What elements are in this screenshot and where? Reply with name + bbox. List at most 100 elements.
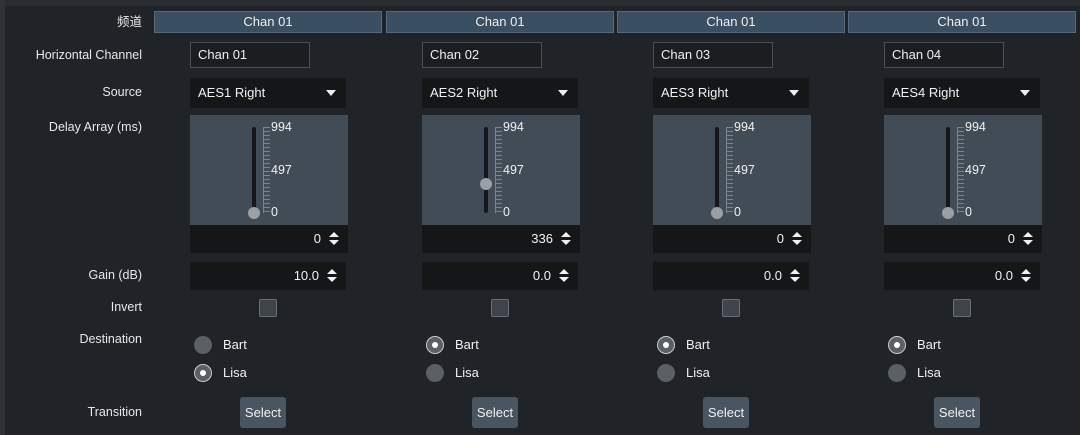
caret-down-icon (789, 90, 799, 96)
source-dropdown-value: AES4 Right (892, 85, 960, 100)
invert-checkbox[interactable] (953, 299, 971, 317)
channel-column: Chan 01 Chan 02 AES2 Right 994 497 0 336… (386, 0, 616, 435)
channel-header[interactable]: Chan 01 (154, 11, 382, 33)
destination-lisa-label: Lisa (223, 365, 247, 380)
delay-slider-panel: 994 497 0 0 (653, 115, 811, 253)
horizontal-channel-input[interactable]: Chan 03 (653, 42, 773, 68)
channel-header[interactable]: Chan 01 (848, 11, 1076, 33)
destination-lisa-label: Lisa (917, 365, 941, 380)
channel-column: Chan 01 Chan 03 AES3 Right 994 497 0 0 0… (617, 0, 847, 435)
delay-slider-track[interactable] (252, 127, 256, 213)
slider-scale-ticks (958, 127, 964, 213)
scale-min-label: 0 (503, 205, 510, 219)
delay-slider-thumb[interactable] (711, 207, 723, 219)
source-dropdown[interactable]: AES1 Right (190, 78, 346, 108)
scale-min-label: 0 (734, 205, 741, 219)
transition-label: Transition (87, 405, 142, 419)
horizontal-channel-input[interactable]: Chan 04 (884, 42, 1004, 68)
spin-updown-icon[interactable] (327, 269, 337, 283)
spin-updown-icon[interactable] (792, 232, 802, 246)
destination-radio-lisa[interactable] (426, 364, 444, 382)
invert-checkbox[interactable] (722, 299, 740, 317)
scale-mid-label: 497 (965, 163, 986, 177)
delay-value: 0 (1007, 231, 1015, 246)
source-dropdown[interactable]: AES2 Right (422, 78, 578, 108)
transition-select-button[interactable]: Select (472, 397, 518, 428)
spin-updown-icon[interactable] (790, 269, 800, 283)
horizontal-channel-input[interactable]: Chan 02 (422, 42, 542, 68)
spin-updown-icon[interactable] (559, 269, 569, 283)
destination-radio-bart[interactable] (888, 336, 906, 354)
scale-mid-label: 497 (734, 163, 755, 177)
transition-select-button[interactable]: Select (703, 397, 749, 428)
source-dropdown-value: AES3 Right (661, 85, 729, 100)
gain-value: 0.0 (532, 268, 551, 283)
delay-slider-track[interactable] (484, 127, 488, 213)
invert-checkbox[interactable] (491, 299, 509, 317)
invert-checkbox[interactable] (259, 299, 277, 317)
delay-value-spinbox[interactable]: 0 (653, 225, 811, 253)
spin-updown-icon[interactable] (329, 232, 339, 246)
destination-radio-bart[interactable] (426, 336, 444, 354)
caret-down-icon (326, 90, 336, 96)
source-dropdown[interactable]: AES4 Right (884, 78, 1040, 108)
delay-slider-panel: 994 497 0 336 (422, 115, 580, 253)
caret-down-icon (1020, 90, 1030, 96)
delay-slider-track[interactable] (946, 127, 950, 213)
delay-value: 336 (531, 231, 553, 246)
slider-scale-ticks (496, 127, 502, 213)
transition-select-button[interactable]: Select (934, 397, 980, 428)
gain-spinbox[interactable]: 10.0 (190, 262, 346, 290)
scale-max-label: 994 (503, 120, 524, 134)
scale-max-label: 994 (271, 120, 292, 134)
delay-value-spinbox[interactable]: 0 (190, 225, 348, 253)
source-dropdown-value: AES1 Right (198, 85, 266, 100)
gain-spinbox[interactable]: 0.0 (422, 262, 578, 290)
destination-radio-lisa[interactable] (657, 364, 675, 382)
delay-slider-thumb[interactable] (942, 207, 954, 219)
delay-slider-track[interactable] (715, 127, 719, 213)
destination-radio-bart[interactable] (657, 336, 675, 354)
scale-mid-label: 497 (271, 163, 292, 177)
spin-updown-icon[interactable] (1023, 232, 1033, 246)
delay-slider-thumb[interactable] (248, 207, 260, 219)
channel-header-label: 频道 (116, 15, 142, 29)
channel-column: Chan 01 Chan 04 AES4 Right 994 497 0 0 0… (848, 0, 1078, 435)
delay-array-label: Delay Array (ms) (48, 120, 142, 134)
destination-radio-bart[interactable] (194, 336, 212, 354)
gain-value: 0.0 (763, 268, 782, 283)
gain-value: 0.0 (994, 268, 1013, 283)
scale-min-label: 0 (271, 205, 278, 219)
horizontal-channel-input[interactable]: Chan 01 (190, 42, 310, 68)
scale-max-label: 994 (734, 120, 755, 134)
spin-updown-icon[interactable] (561, 232, 571, 246)
scale-max-label: 994 (965, 120, 986, 134)
delay-slider-thumb[interactable] (480, 178, 492, 190)
source-dropdown-value: AES2 Right (430, 85, 498, 100)
delay-value: 0 (776, 231, 784, 246)
destination-lisa-label: Lisa (686, 365, 710, 380)
gain-spinbox[interactable]: 0.0 (884, 262, 1040, 290)
delay-slider-panel: 994 497 0 0 (884, 115, 1042, 253)
scale-mid-label: 497 (503, 163, 524, 177)
channel-config-panel: 频道 Horizontal Channel Source Delay Array… (0, 0, 1080, 435)
delay-value-spinbox[interactable]: 0 (884, 225, 1042, 253)
gain-value: 10.0 (293, 268, 319, 283)
gain-spinbox[interactable]: 0.0 (653, 262, 809, 290)
spin-updown-icon[interactable] (1021, 269, 1031, 283)
destination-radio-lisa[interactable] (194, 364, 212, 382)
horizontal-channel-label: Horizontal Channel (35, 48, 142, 62)
transition-select-button[interactable]: Select (240, 397, 286, 428)
invert-label: Invert (110, 300, 142, 314)
delay-value-spinbox[interactable]: 336 (422, 225, 580, 253)
delay-slider-panel: 994 497 0 0 (190, 115, 348, 253)
channel-header[interactable]: Chan 01 (617, 11, 845, 33)
delay-value: 0 (313, 231, 321, 246)
left-edge (0, 0, 5, 435)
source-label: Source (102, 85, 142, 99)
destination-radio-lisa[interactable] (888, 364, 906, 382)
source-dropdown[interactable]: AES3 Right (653, 78, 809, 108)
channel-header[interactable]: Chan 01 (386, 11, 614, 33)
destination-lisa-label: Lisa (455, 365, 479, 380)
destination-bart-label: Bart (917, 337, 941, 352)
